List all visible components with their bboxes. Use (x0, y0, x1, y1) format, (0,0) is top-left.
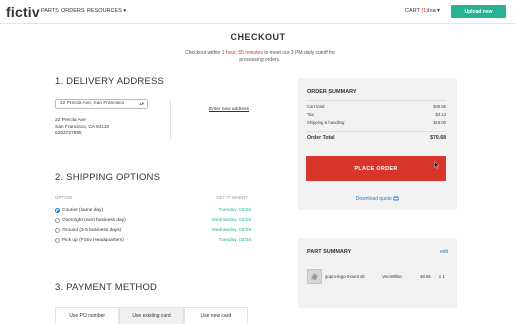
user-menu[interactable]: Ina ▾ (428, 8, 440, 14)
cutoff-prefix: Checkout within (185, 50, 221, 56)
radio-icon[interactable] (55, 228, 60, 233)
summary-value: $4.13 (435, 112, 446, 117)
download-quote-link[interactable]: Download quote (298, 196, 457, 202)
printer-icon (393, 196, 400, 202)
top-nav: fictiv PARTS ORDERS RESOURCES ▾ CART (1)… (0, 0, 516, 24)
summary-label: Shipping & handling: (307, 120, 346, 125)
summary-row-cart-total: Cart total: $48.55 (307, 104, 446, 109)
radio-icon[interactable] (55, 218, 60, 223)
cart-label: CART (405, 8, 420, 14)
part-thumbnail (307, 269, 322, 284)
part-filename: gopro-lego-mount.stl (325, 274, 365, 279)
order-total-value: $70.68 (430, 135, 446, 141)
part-price: 48.55 (420, 274, 431, 279)
part-summary-panel: PART SUMMARY edit gopro-lego-mount.stl V… (298, 238, 457, 308)
tab-existing-card[interactable]: Use existing card (119, 307, 184, 324)
part-quantity: x 1 (439, 274, 445, 279)
shipping-option-header: OPTION (55, 195, 73, 200)
cutoff-notice: Checkout within 1 hour, 55 minutes to me… (180, 50, 340, 64)
tab-new-card[interactable]: Use new card (183, 307, 248, 324)
shipping-option-label: Courier (same day) (62, 208, 104, 213)
upload-new-button[interactable]: Upload new (451, 5, 506, 18)
radio-icon[interactable] (55, 238, 60, 243)
shipping-option-pickup[interactable]: Pick up (Fictiv Headquarters) Tuesday, 0… (55, 237, 251, 245)
enter-new-address-link[interactable]: Enter new address (209, 107, 249, 112)
part-model-icon (311, 273, 318, 280)
page-title: CHECKOUT (230, 32, 286, 42)
payment-title: 3. PAYMENT METHOD (55, 282, 158, 293)
shipping-option-courier[interactable]: Courier (same day) Tuesday, 03/28 (55, 207, 251, 215)
shipping-option-overnight[interactable]: Overnight (next business day) Wednesday,… (55, 217, 251, 225)
divider (170, 99, 171, 139)
shipping-option-label: Pick up (Fictiv Headquarters) (62, 238, 124, 243)
shipping-option-date: Wednesday, 03/29 (211, 218, 251, 223)
cutoff-time: 1 hour, 55 minutes (221, 50, 263, 56)
download-quote-label: Download quote (355, 196, 392, 202)
shipping-option-date: Wednesday, 03/29 (211, 228, 251, 233)
shipping-option-ground[interactable]: Ground (3-5 business days) Wednesday, 03… (55, 227, 251, 235)
payment-tabs: Use PO number Use existing card Use new … (55, 307, 248, 324)
summary-value: $18.00 (433, 120, 446, 125)
shipping-option-label: Ground (3-5 business days) (62, 228, 122, 233)
tab-po-number[interactable]: Use PO number (55, 307, 120, 324)
chevron-updown-icon: ▴▾ (139, 101, 144, 106)
part-material: VeroWhite (382, 274, 402, 279)
summary-label: Cart total: (307, 104, 326, 109)
summary-value: $48.55 (433, 104, 446, 109)
nav-orders-link[interactable]: ORDERS (61, 8, 85, 14)
address-select-value: 22 Precita Ave, San Francisco (60, 101, 125, 106)
address-select[interactable]: 22 Precita Ave, San Francisco ▴▾ (55, 99, 148, 109)
fictiv-logo[interactable]: fictiv (6, 4, 40, 20)
divider (307, 131, 446, 132)
address-phone: 6262727585 (55, 131, 82, 136)
order-summary-panel: ORDER SUMMARY Cart total: $48.55 Tax: $4… (298, 78, 457, 210)
radio-selected-icon[interactable] (55, 208, 60, 213)
divider (307, 100, 446, 101)
order-total-row: Order Total $70.68 (307, 135, 446, 141)
mouse-cursor-icon (434, 161, 440, 169)
part-summary-title: PART SUMMARY (307, 249, 352, 255)
delivery-title: 1. DELIVERY ADDRESS (55, 76, 165, 87)
shipping-date-header: GET IT WHEN? (216, 195, 248, 200)
summary-label: Tax: (307, 112, 315, 117)
shipping-option-label: Overnight (next business day) (62, 218, 126, 223)
summary-row-shipping: Shipping & handling: $18.00 (307, 120, 446, 125)
cart-link[interactable]: CART (1) (405, 8, 428, 14)
shipping-option-date: Tuesday, 03/28 (218, 238, 251, 243)
nav-parts-link[interactable]: PARTS (41, 8, 59, 14)
shipping-option-date: Tuesday, 03/28 (218, 208, 251, 213)
order-summary-title: ORDER SUMMARY (307, 89, 357, 95)
address-details: 22 Precita Ave San Francisco, CA 94110 6… (55, 118, 109, 138)
order-total-label: Order Total (307, 135, 335, 141)
summary-row-tax: Tax: $4.13 (307, 112, 446, 117)
part-row: gopro-lego-mount.stl VeroWhite 48.55 x 1 (307, 269, 446, 286)
shipping-title: 2. SHIPPING OPTIONS (55, 172, 161, 183)
edit-parts-link[interactable]: edit (440, 249, 448, 255)
nav-resources-menu[interactable]: RESOURCES ▾ (87, 8, 126, 14)
place-order-button[interactable]: PLACE ORDER (306, 156, 446, 181)
